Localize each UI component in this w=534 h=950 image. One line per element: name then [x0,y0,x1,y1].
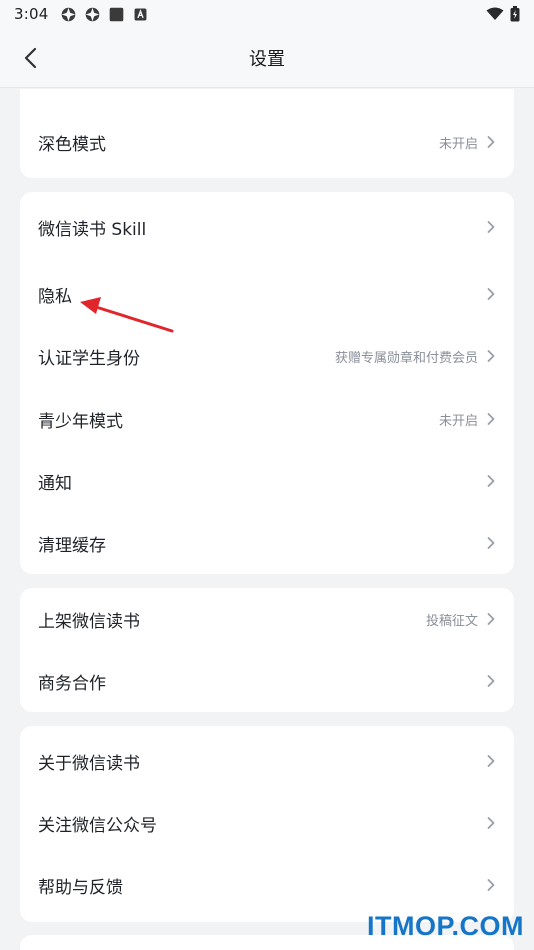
setting-hint: 投稿征文 [425,613,478,629]
chevron-right-icon [487,350,495,362]
chevron-right-icon [487,475,495,487]
setting-follow-account[interactable]: 关注微信公众号 [20,792,514,854]
chevron-right-icon [487,221,495,233]
setting-status: 未开启 [438,136,478,152]
setting-clear-cache[interactable]: 清理缓存 [20,512,514,574]
chevron-right-icon [487,817,495,829]
setting-status: 未开启 [438,413,478,429]
chevron-right-icon [487,413,495,425]
app-icon-1 [62,7,76,21]
watermark-logo: ITMOP.COM [366,911,524,941]
status-icons-right [486,6,520,22]
setting-label: 清理缓存 [38,535,106,556]
setting-privacy[interactable]: 隐私 [20,263,514,325]
status-time: 3:04 [14,5,49,23]
settings-group-about: 关于微信读书 关注微信公众号 帮助与反馈 [20,726,514,922]
chevron-right-icon [487,613,495,625]
a-badge-icon [135,8,147,20]
setting-label: 深色模式 [38,134,106,155]
chevron-right-icon [487,136,495,148]
back-button[interactable] [14,42,46,74]
setting-label: 帮助与反馈 [38,877,123,898]
setting-about[interactable]: 关于微信读书 [20,730,514,792]
nav-bar: 设置 [0,28,534,88]
chevron-right-icon [487,288,495,300]
setting-label: 认证学生身份 [38,348,140,369]
setting-label: 商务合作 [38,673,106,694]
setting-notifications[interactable]: 通知 [20,450,514,512]
status-bar: 3:04 [0,0,534,28]
settings-group-display: 深色模式 未开启 [20,89,514,178]
setting-label: 微信读书 Skill [38,219,147,240]
status-icons-left [60,6,149,23]
setting-label: 通知 [38,473,72,494]
settings-group-general: 微信读书 Skill 隐私 认证学生身份 获赠专属勋章和付费会员 青少年模式 未… [20,192,514,574]
setting-label: 关注微信公众号 [38,815,157,836]
wifi-icon [486,7,504,20]
setting-teen-mode[interactable]: 青少年模式 未开启 [20,388,514,450]
setting-label: 青少年模式 [38,411,123,432]
setting-help-feedback[interactable]: 帮助与反馈 [20,854,514,916]
chevron-right-icon [487,537,495,549]
settings-list[interactable]: 深色模式 未开启 微信读书 Skill 隐私 认证学生身份 获赠专属勋章和付费会… [0,89,534,950]
setting-dark-mode[interactable]: 深色模式 未开启 [20,111,514,173]
page-title: 设置 [249,48,285,70]
back-chevron-icon [24,47,37,69]
chevron-right-icon [487,755,495,767]
setting-hint: 获赠专属勋章和付费会员 [334,350,478,366]
battery-icon [510,6,520,22]
setting-student-verify[interactable]: 认证学生身份 获赠专属勋章和付费会员 [20,325,514,387]
chevron-right-icon [487,675,495,687]
setting-skill[interactable]: 微信读书 Skill [20,196,514,258]
setting-business[interactable]: 商务合作 [20,650,514,712]
setting-label: 关于微信读书 [38,753,140,774]
setting-label: 隐私 [38,286,72,307]
square-icon [110,7,124,21]
setting-label: 上架微信读书 [38,611,140,632]
setting-publish[interactable]: 上架微信读书 投稿征文 [20,588,514,650]
chevron-right-icon [487,879,495,891]
app-icon-2 [86,7,100,21]
settings-group-business: 上架微信读书 投稿征文 商务合作 [20,588,514,712]
